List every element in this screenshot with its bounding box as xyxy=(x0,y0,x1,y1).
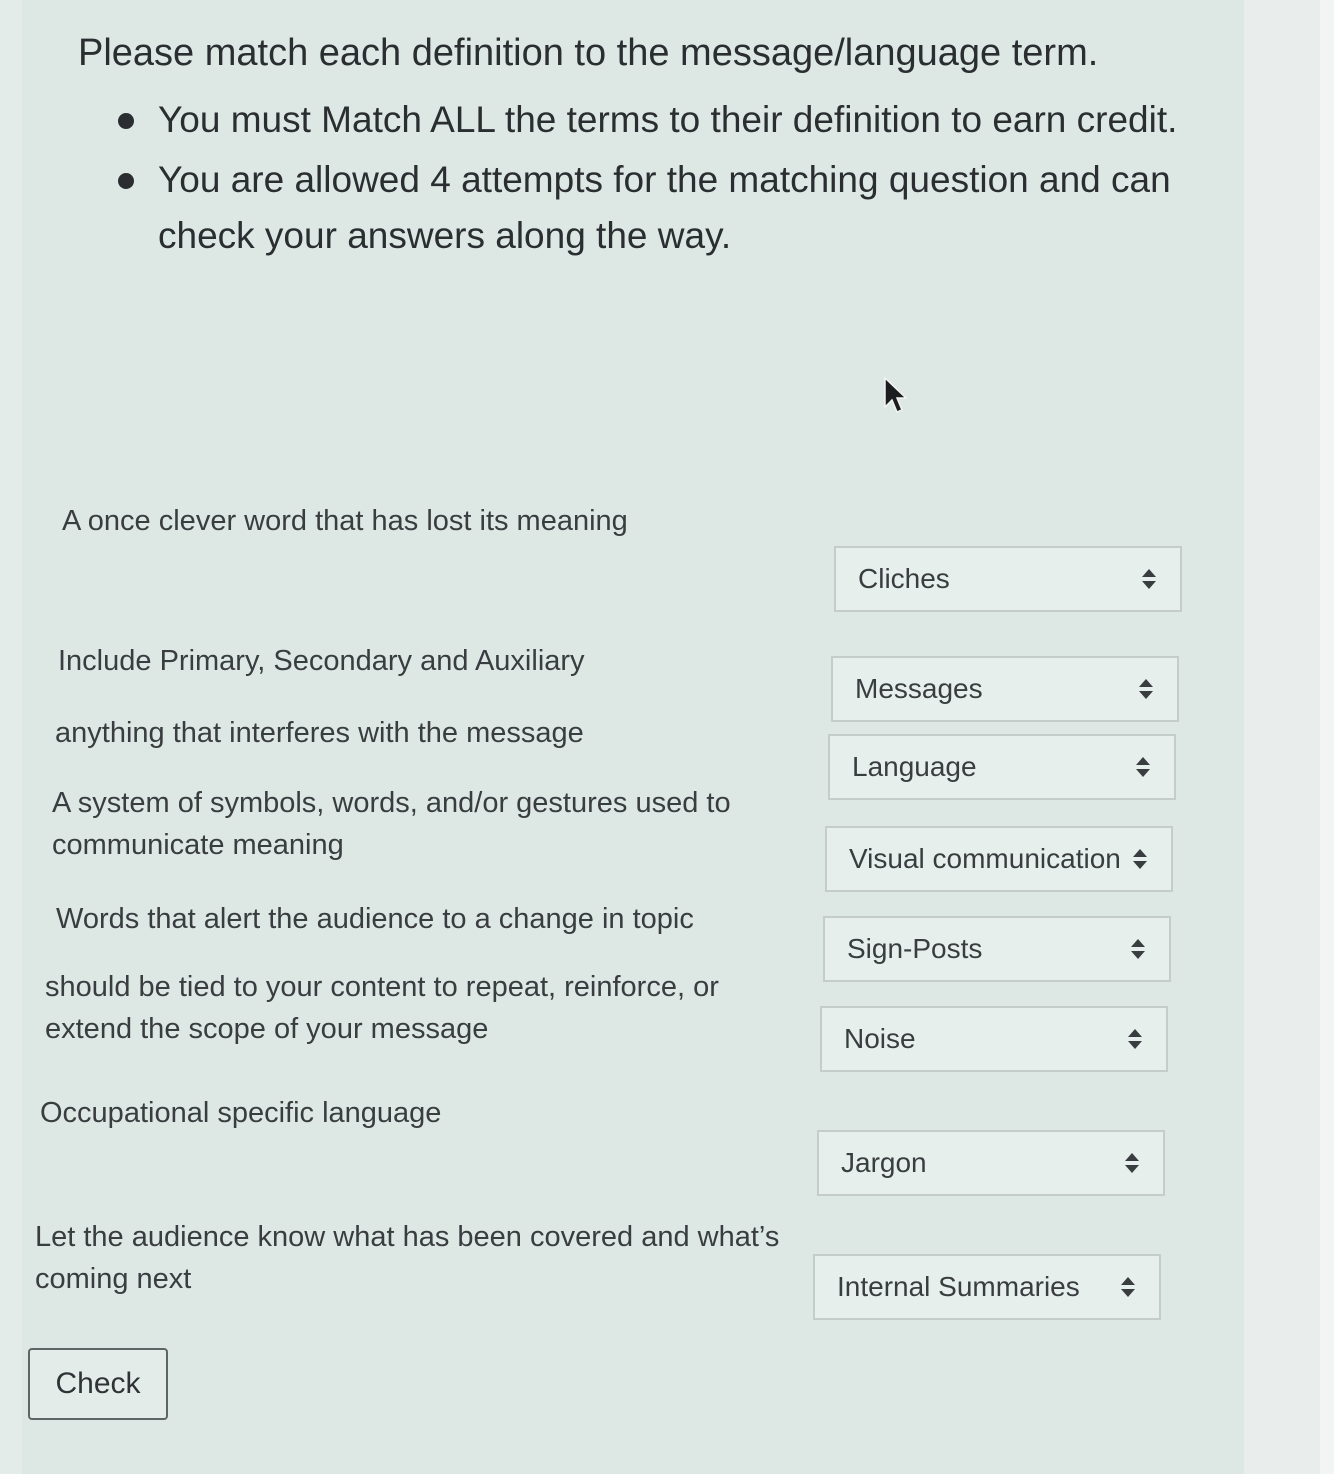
check-button[interactable]: Check xyxy=(28,1348,168,1420)
up-down-caret-icon xyxy=(1131,939,1145,959)
definition-text: Words that alert the audience to a chang… xyxy=(56,903,694,935)
select-value: Messages xyxy=(855,673,983,704)
term-select[interactable]: Cliches xyxy=(834,546,1182,612)
term-select[interactable]: Jargon xyxy=(817,1130,1165,1196)
instructions-list: You must Match ALL the terms to their de… xyxy=(78,92,1198,264)
select-value: Language xyxy=(852,751,977,782)
definition-text: Occupational specific language xyxy=(40,1097,442,1129)
definition-text: Include Primary, Secondary and Auxiliary xyxy=(58,645,585,677)
definition-text: Let the audience know what has been cove… xyxy=(35,1221,780,1295)
up-down-caret-icon xyxy=(1139,679,1153,699)
term-select[interactable]: Noise xyxy=(820,1006,1168,1072)
select-value: Sign-Posts xyxy=(847,933,983,964)
up-down-caret-icon xyxy=(1136,757,1150,777)
term-select[interactable]: Visual communication xyxy=(825,826,1173,892)
select-value: Noise xyxy=(844,1023,916,1054)
scroll-edge xyxy=(1320,0,1334,1474)
definition-text: anything that interferes with the messag… xyxy=(55,717,584,749)
up-down-caret-icon xyxy=(1142,569,1156,589)
up-down-caret-icon xyxy=(1125,1153,1139,1173)
select-value: Internal Summaries xyxy=(837,1271,1080,1302)
select-value: Jargon xyxy=(841,1147,927,1178)
mouse-pointer-icon xyxy=(884,376,908,413)
term-select[interactable]: Messages xyxy=(831,656,1179,722)
select-value: Cliches xyxy=(858,563,950,594)
term-select[interactable]: Internal Summaries xyxy=(813,1254,1161,1320)
up-down-caret-icon xyxy=(1128,1029,1142,1049)
term-select[interactable]: Sign-Posts xyxy=(823,916,1171,982)
instruction-bullet: You must Match ALL the terms to their de… xyxy=(78,92,1198,148)
instructions-title: Please match each definition to the mess… xyxy=(78,32,1099,74)
up-down-caret-icon xyxy=(1133,849,1147,869)
term-select[interactable]: Language xyxy=(828,734,1176,800)
page-edge xyxy=(1244,0,1334,1474)
definition-text: A once clever word that has lost its mea… xyxy=(62,505,628,537)
instructions: Please match each definition to the mess… xyxy=(78,26,1198,268)
definition-text: A system of symbols, words, and/or gestu… xyxy=(52,787,731,861)
definition-text: should be tied to your content to repeat… xyxy=(45,971,719,1045)
instruction-bullet: You are allowed 4 attempts for the match… xyxy=(78,152,1198,264)
up-down-caret-icon xyxy=(1121,1277,1135,1297)
select-value: Visual communication xyxy=(849,843,1121,874)
